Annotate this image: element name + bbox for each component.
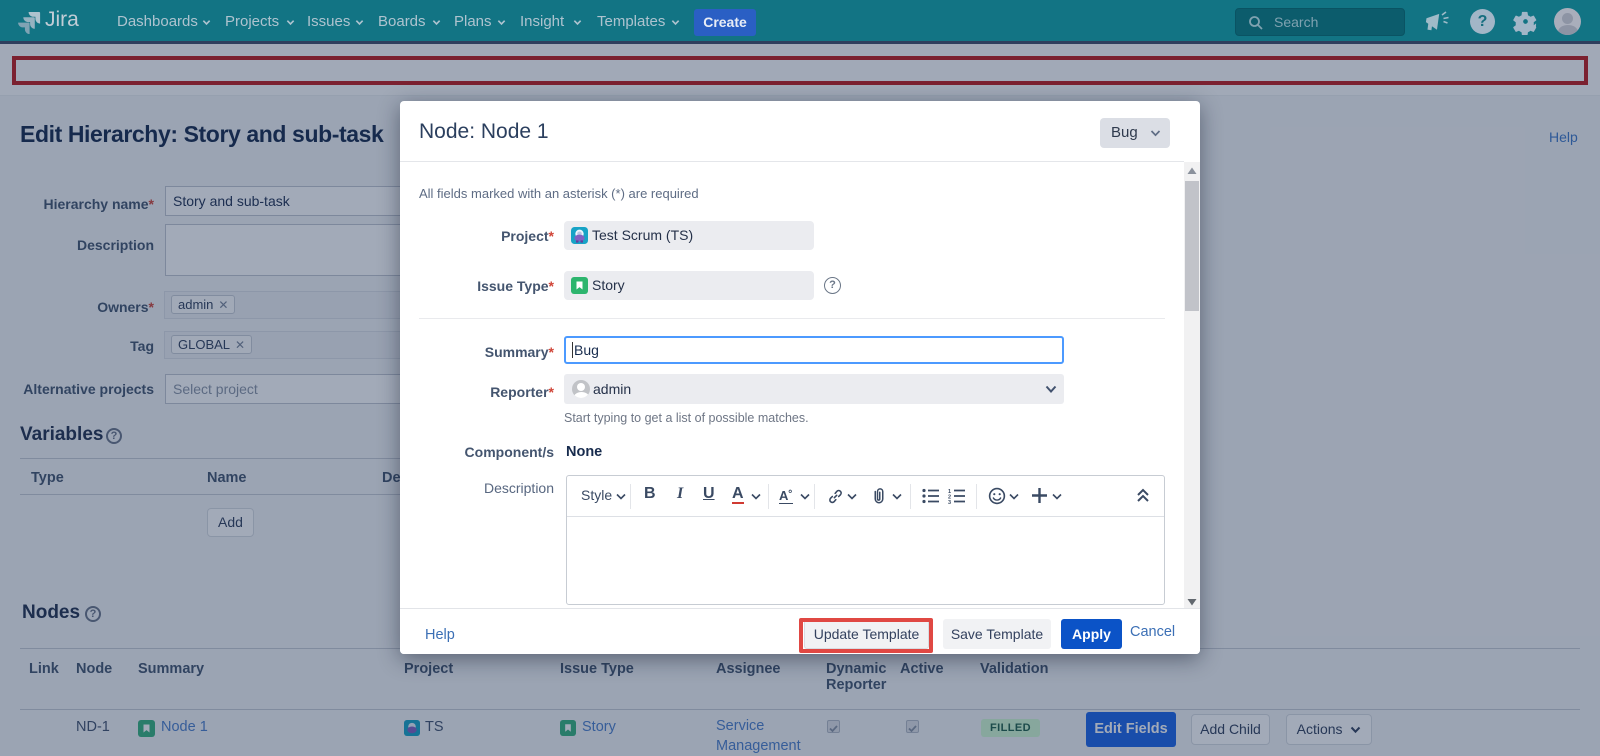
svg-text:3: 3 xyxy=(948,500,951,504)
